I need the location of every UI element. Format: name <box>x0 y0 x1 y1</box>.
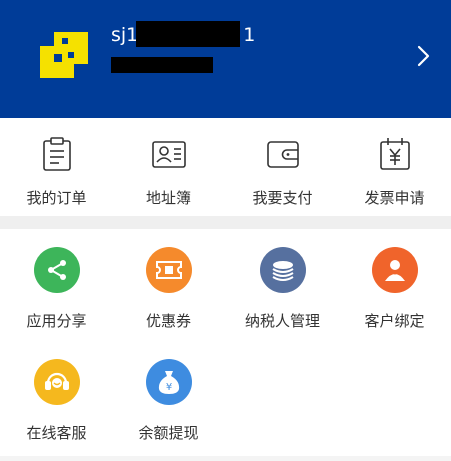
money-bag-icon: ¥ <box>145 359 192 405</box>
brand-logo-icon <box>40 32 88 78</box>
headset-icon <box>33 359 80 405</box>
section-divider <box>0 216 451 229</box>
clipboard-icon <box>42 137 71 171</box>
online-service-button[interactable]: 在线客服 <box>0 359 113 443</box>
chevron-right-icon[interactable] <box>412 44 436 68</box>
user-bind-icon <box>371 247 418 293</box>
taxpayer-management-label: 纳税人管理 <box>244 312 320 330</box>
redacted-phone-block <box>111 57 213 73</box>
invoice-request-label: 发票申请 <box>364 189 425 207</box>
invoice-request-button[interactable]: 发票申请 <box>338 136 451 208</box>
bottom-divider <box>0 456 451 461</box>
customer-bind-button[interactable]: 客户绑定 <box>338 247 451 331</box>
app-share-button[interactable]: 应用分享 <box>0 247 113 331</box>
svg-text:¥: ¥ <box>165 382 171 393</box>
contact-card-icon <box>151 141 186 168</box>
online-service-label: 在线客服 <box>26 424 87 442</box>
coins-icon <box>259 247 306 293</box>
my-orders-button[interactable]: 我的订单 <box>0 136 113 208</box>
wallet-icon <box>266 141 299 168</box>
pay-label: 我要支付 <box>252 189 313 207</box>
coupon-icon <box>145 247 192 293</box>
address-book-label: 地址簿 <box>145 189 191 207</box>
coupon-label: 优惠券 <box>145 312 191 330</box>
coupon-button[interactable]: 优惠券 <box>112 247 225 331</box>
services-grid: 应用分享 优惠券 纳税人管理 客户绑定 在线客服 ¥ 余额提现 <box>0 229 451 461</box>
address-book-button[interactable]: 地址簿 <box>112 136 225 208</box>
balance-withdraw-label: 余额提现 <box>138 424 199 442</box>
quick-actions-row: 我的订单 地址簿 我要支付 发票申请 <box>0 120 451 216</box>
redacted-username-block <box>136 21 240 47</box>
app-share-label: 应用分享 <box>26 312 87 330</box>
customer-bind-label: 客户绑定 <box>364 312 425 330</box>
balance-withdraw-button[interactable]: ¥ 余额提现 <box>112 359 225 443</box>
taxpayer-management-button[interactable]: 纳税人管理 <box>226 247 339 331</box>
invoice-calendar-icon <box>379 138 410 170</box>
my-orders-label: 我的订单 <box>26 189 87 207</box>
profile-header[interactable]: sj1 1 <box>0 0 451 118</box>
pay-button[interactable]: 我要支付 <box>226 136 339 208</box>
share-icon <box>33 247 80 293</box>
